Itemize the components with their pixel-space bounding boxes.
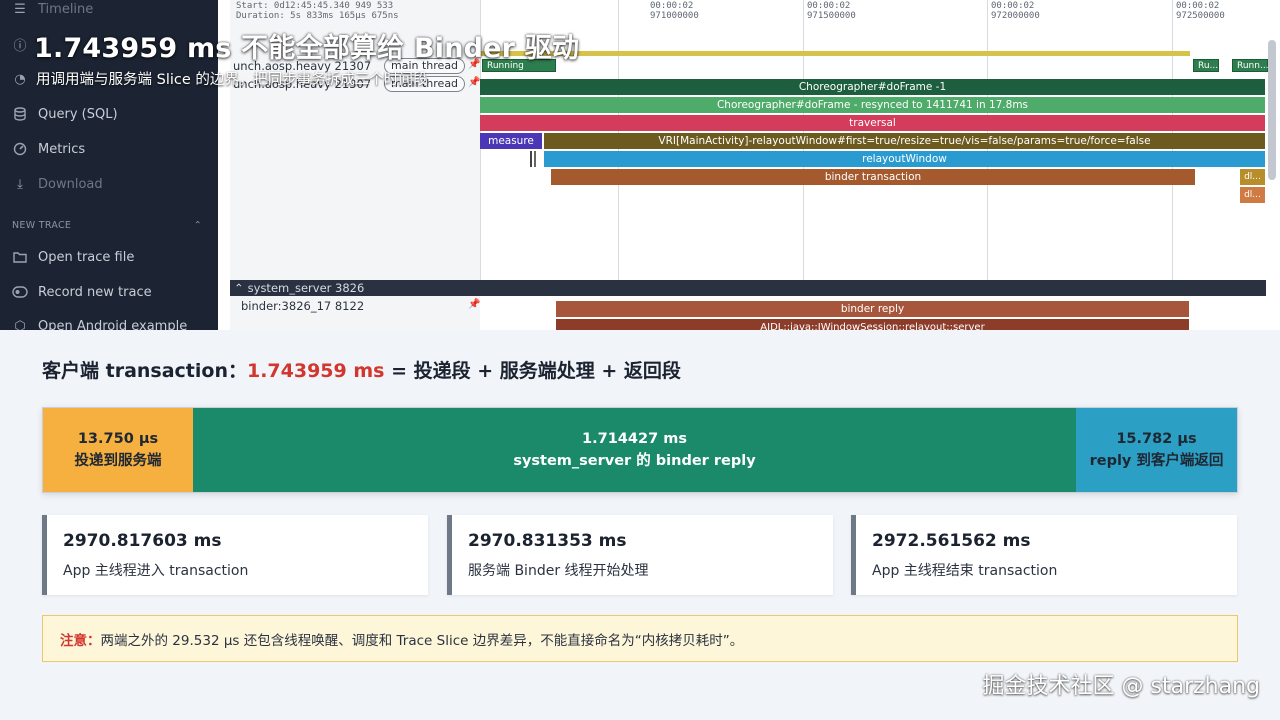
slice-binder-transaction[interactable]: binder transaction <box>551 169 1195 185</box>
sidebar-item-query[interactable]: Query (SQL) <box>12 103 118 125</box>
sidebar-item-label: Download <box>38 176 103 192</box>
timestamp-value: 2970.817603 ms <box>63 531 222 551</box>
segment-server-processing: 1.714427 ms system_server 的 binder reply <box>193 408 1076 492</box>
note-text: 两端之外的 29.532 µs 还包含线程唤醒、调度和 Trace Slice … <box>100 632 744 649</box>
sidebar-item-info[interactable]: ⓘ <box>12 33 28 55</box>
process-label: system_server 3826 <box>247 281 365 295</box>
tick-label: 00:00:02 <box>650 1 694 11</box>
android-icon: ⬡ <box>14 318 26 331</box>
note-box: 注意： 两端之外的 29.532 µs 还包含线程唤醒、调度和 Trace Sl… <box>42 615 1238 662</box>
segment-label: system_server 的 binder reply <box>513 453 756 469</box>
process-track-header[interactable]: ⌃ system_server 3826 <box>230 280 1266 296</box>
timestamp-value: 2972.561562 ms <box>872 531 1031 551</box>
sidebar-item-chart[interactable]: ◔ <box>12 68 28 90</box>
trace-screenshot: ☰ Timeline ⓘ ◔ Query (SQL) Metrics ⤓ Dow… <box>0 0 1280 330</box>
overlay-title: 1.743959 ms 不能全部算给 Binder 驱动 <box>34 33 580 64</box>
segment-value: 15.782 µs <box>1116 431 1197 447</box>
timestamp-card: 2970.817603 ms App 主线程进入 transaction <box>42 515 428 595</box>
segment-delivery: 13.750 µs 投递到服务端 <box>43 408 193 492</box>
segment-label: reply 到客户端返回 <box>1089 453 1224 469</box>
sidebar-item-label: Open Android example <box>38 318 188 331</box>
equation-prefix: 客户端 transaction： <box>42 360 247 382</box>
timestamp-desc: App 主线程结束 transaction <box>872 563 1058 579</box>
timestamp-desc: 服务端 Binder 线程开始处理 <box>468 563 649 579</box>
sidebar-section-label: NEW TRACE <box>12 219 72 231</box>
timestamp-card: 2972.561562 ms App 主线程结束 transaction <box>851 515 1237 595</box>
tick-label: 971500000 <box>807 11 856 21</box>
ruler-start: Start: 0d12:45:45.340 949 533 <box>236 1 394 11</box>
sidebar-item-download[interactable]: ⤓ Download <box>12 173 103 195</box>
sidebar-item-label: Timeline <box>38 1 94 17</box>
chevron-up-icon: ⌃ <box>234 281 244 295</box>
tick-label: 972000000 <box>991 11 1040 21</box>
slice-binder-reply[interactable]: binder reply <box>556 301 1189 317</box>
tick-label: 971000000 <box>650 11 699 21</box>
sidebar-item-timeline[interactable]: ☰ Timeline <box>12 0 93 20</box>
note-label: 注意： <box>60 632 101 649</box>
slice-measure[interactable]: measure <box>480 133 542 149</box>
slice-doframe-resynced[interactable]: Choreographer#doFrame - resynced to 1411… <box>480 97 1265 113</box>
equation-total: 1.743959 ms <box>246 360 385 382</box>
equation-rest: = 投递段 + 服务端处理 + 返回段 <box>384 360 681 382</box>
sidebar-section-header[interactable]: NEW TRACE ⌃ <box>12 218 202 232</box>
sidebar-item-label: Query (SQL) <box>38 106 118 122</box>
record-icon <box>12 284 28 300</box>
tick-label: 00:00:02 <box>991 1 1035 11</box>
thread-state-bar <box>480 51 1190 56</box>
ruler-duration: Duration: 5s 833ms 165µs 675ns <box>236 11 399 21</box>
timestamp-card: 2970.831353 ms 服务端 Binder 线程开始处理 <box>447 515 833 595</box>
state-running[interactable]: Runn... <box>1232 59 1269 72</box>
sidebar-item-android-example[interactable]: ⬡ Open Android example <box>12 315 188 331</box>
tick-label: 00:00:02 <box>1176 1 1220 11</box>
segment-return: 15.782 µs reply 到客户端返回 <box>1076 408 1237 492</box>
download-icon: ⤓ <box>17 176 23 192</box>
equation-heading: 客户端 transaction：1.743959 ms = 投递段 + 服务端处… <box>42 356 681 383</box>
slice-doframe[interactable]: Choreographer#doFrame -1 <box>480 79 1265 95</box>
sidebar-item-record[interactable]: Record new trace <box>12 281 152 303</box>
chevron-up-icon: ⌃ <box>193 219 202 231</box>
timeline-scrollbar[interactable] <box>1268 40 1276 180</box>
slice-dl[interactable]: dl... <box>1240 169 1265 185</box>
sidebar-item-label: Metrics <box>38 141 86 157</box>
database-icon <box>12 106 28 122</box>
sidebar-item-label: Open trace file <box>38 249 135 265</box>
info-icon: ⓘ <box>13 38 27 54</box>
pin-icon[interactable]: 📌 <box>468 77 480 89</box>
slice-relayout-vri[interactable]: VRI[MainActivity]-relayoutWindow#first=t… <box>544 133 1265 149</box>
sidebar-item-open-trace[interactable]: Open trace file <box>12 246 134 268</box>
segment-value: 13.750 µs <box>77 431 159 447</box>
chart-icon: ◔ <box>14 71 26 87</box>
slice-tiny[interactable] <box>530 151 532 167</box>
sidebar-item-metrics[interactable]: Metrics <box>12 138 85 160</box>
timing-breakdown-bar: 13.750 µs 投递到服务端 1.714427 ms system_serv… <box>42 407 1238 493</box>
state-running[interactable]: Ru... <box>1193 59 1219 72</box>
slice-relayout-window[interactable]: relayoutWindow <box>544 151 1265 167</box>
watermark: 掘金技术社区 @ starzhang <box>982 674 1260 699</box>
overlay-subtitle: 用调用端与服务端 Slice 的边界，把同步事务拆成三个时间段 <box>36 72 428 88</box>
tick-label: 00:00:02 <box>807 1 851 11</box>
segment-value: 1.714427 ms <box>582 431 687 447</box>
slice-traversal[interactable]: traversal <box>480 115 1265 131</box>
tick-label: 972500000 <box>1176 11 1225 21</box>
gauge-icon <box>12 141 28 157</box>
folder-icon <box>12 249 28 265</box>
binder-thread-label: binder:3826_17 8122 <box>241 299 365 313</box>
segment-label: 投递到服务端 <box>74 453 162 469</box>
timestamp-value: 2970.831353 ms <box>468 531 627 551</box>
pin-icon[interactable]: 📌 <box>468 299 480 311</box>
timestamp-desc: App 主线程进入 transaction <box>63 563 249 579</box>
slice-tiny[interactable] <box>534 151 536 167</box>
sidebar-item-label: Record new trace <box>38 284 152 300</box>
timeline-icon: ☰ <box>14 1 26 17</box>
slice-aidl-relayout[interactable]: AIDL::java::IWindowSession::relayout::se… <box>556 319 1189 330</box>
slice-dl[interactable]: dl... <box>1240 187 1265 203</box>
